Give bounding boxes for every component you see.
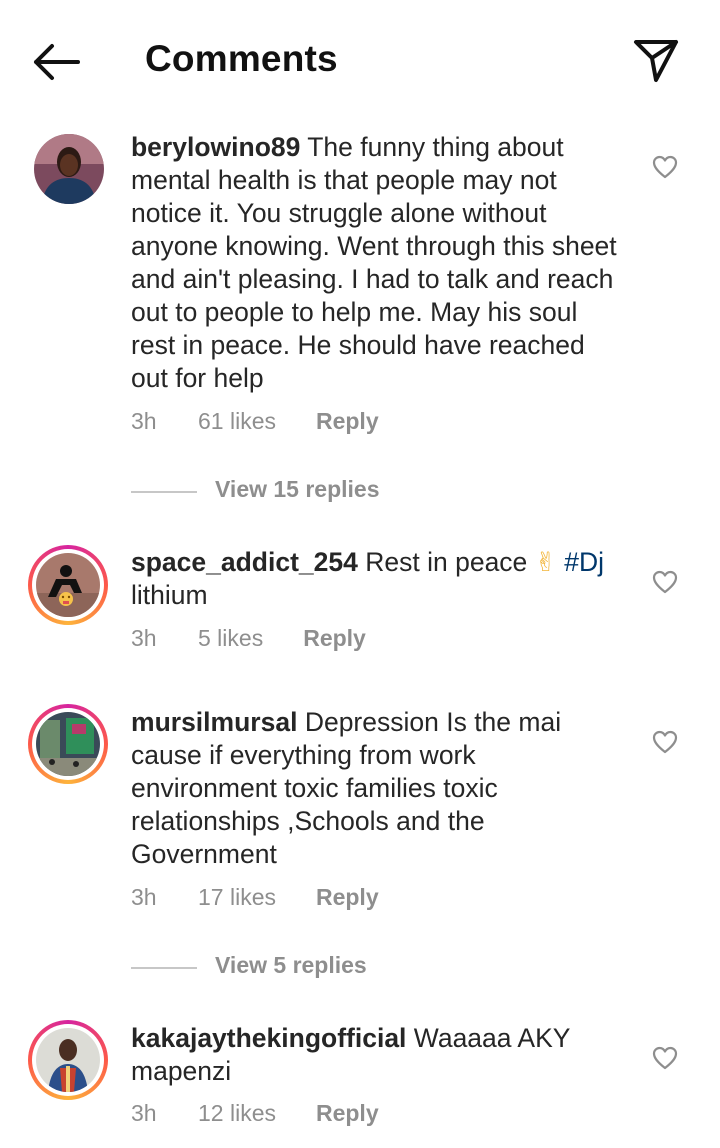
comment-time: 3h [131, 408, 157, 434]
heart-icon[interactable] [652, 570, 678, 594]
view-replies-label[interactable]: View 15 replies [215, 476, 380, 503]
victory-hand-emoji: ✌ [534, 547, 557, 577]
heart-icon[interactable] [652, 155, 678, 179]
heart-icon[interactable] [652, 1046, 678, 1070]
comment-body: Rest in peace [365, 547, 528, 577]
divider [131, 491, 197, 493]
comment-likes[interactable]: 12 likes [198, 1100, 276, 1127]
comment-text: berylowino89 The funny thing about menta… [131, 131, 621, 395]
avatar[interactable] [28, 1020, 108, 1100]
comment-body: The funny thing about mental health is t… [131, 132, 617, 393]
heart-icon[interactable] [652, 730, 678, 754]
reply-button[interactable]: Reply [316, 408, 379, 435]
avatar[interactable] [28, 545, 108, 625]
comment-text: kakajaythekingofficial Waaaaa AKY mapenz… [131, 1022, 601, 1088]
paper-plane-icon[interactable] [632, 36, 680, 84]
comment-time: 3h [131, 625, 157, 651]
arrow-left-icon[interactable] [30, 40, 82, 84]
hashtag-link[interactable]: #Dj [564, 547, 604, 577]
comment-likes[interactable]: 5 likes [198, 625, 263, 652]
comments-header: Comments [0, 0, 720, 120]
comment-text: mursilmursal Depression Is the mai cause… [131, 706, 571, 871]
divider [131, 967, 197, 969]
reply-button[interactable]: Reply [316, 884, 379, 911]
comment-username[interactable]: mursilmursal [131, 707, 297, 737]
comment-time: 3h [131, 1100, 157, 1126]
comment-meta: 3h 12 likes Reply [131, 1100, 379, 1127]
avatar[interactable] [28, 130, 108, 210]
comment-time: 3h [131, 884, 157, 910]
page-title: Comments [145, 38, 338, 79]
comment-body-continued: lithium [131, 580, 208, 610]
comment-username[interactable]: kakajaythekingofficial [131, 1023, 406, 1053]
comment-meta: 3h 17 likes Reply [131, 884, 379, 911]
comment-username[interactable]: berylowino89 [131, 132, 300, 162]
comment-meta: 3h 61 likes Reply [131, 408, 379, 435]
comment-likes[interactable]: 61 likes [198, 408, 276, 435]
avatar[interactable] [28, 704, 108, 784]
reply-button[interactable]: Reply [303, 625, 366, 652]
view-replies-label[interactable]: View 5 replies [215, 952, 367, 979]
reply-button[interactable]: Reply [316, 1100, 379, 1127]
comment-text: space_addict_254 Rest in peace ✌ #Dj lit… [131, 546, 621, 612]
comment-username[interactable]: space_addict_254 [131, 547, 358, 577]
comment-meta: 3h 5 likes Reply [131, 625, 366, 652]
comment-likes[interactable]: 17 likes [198, 884, 276, 911]
